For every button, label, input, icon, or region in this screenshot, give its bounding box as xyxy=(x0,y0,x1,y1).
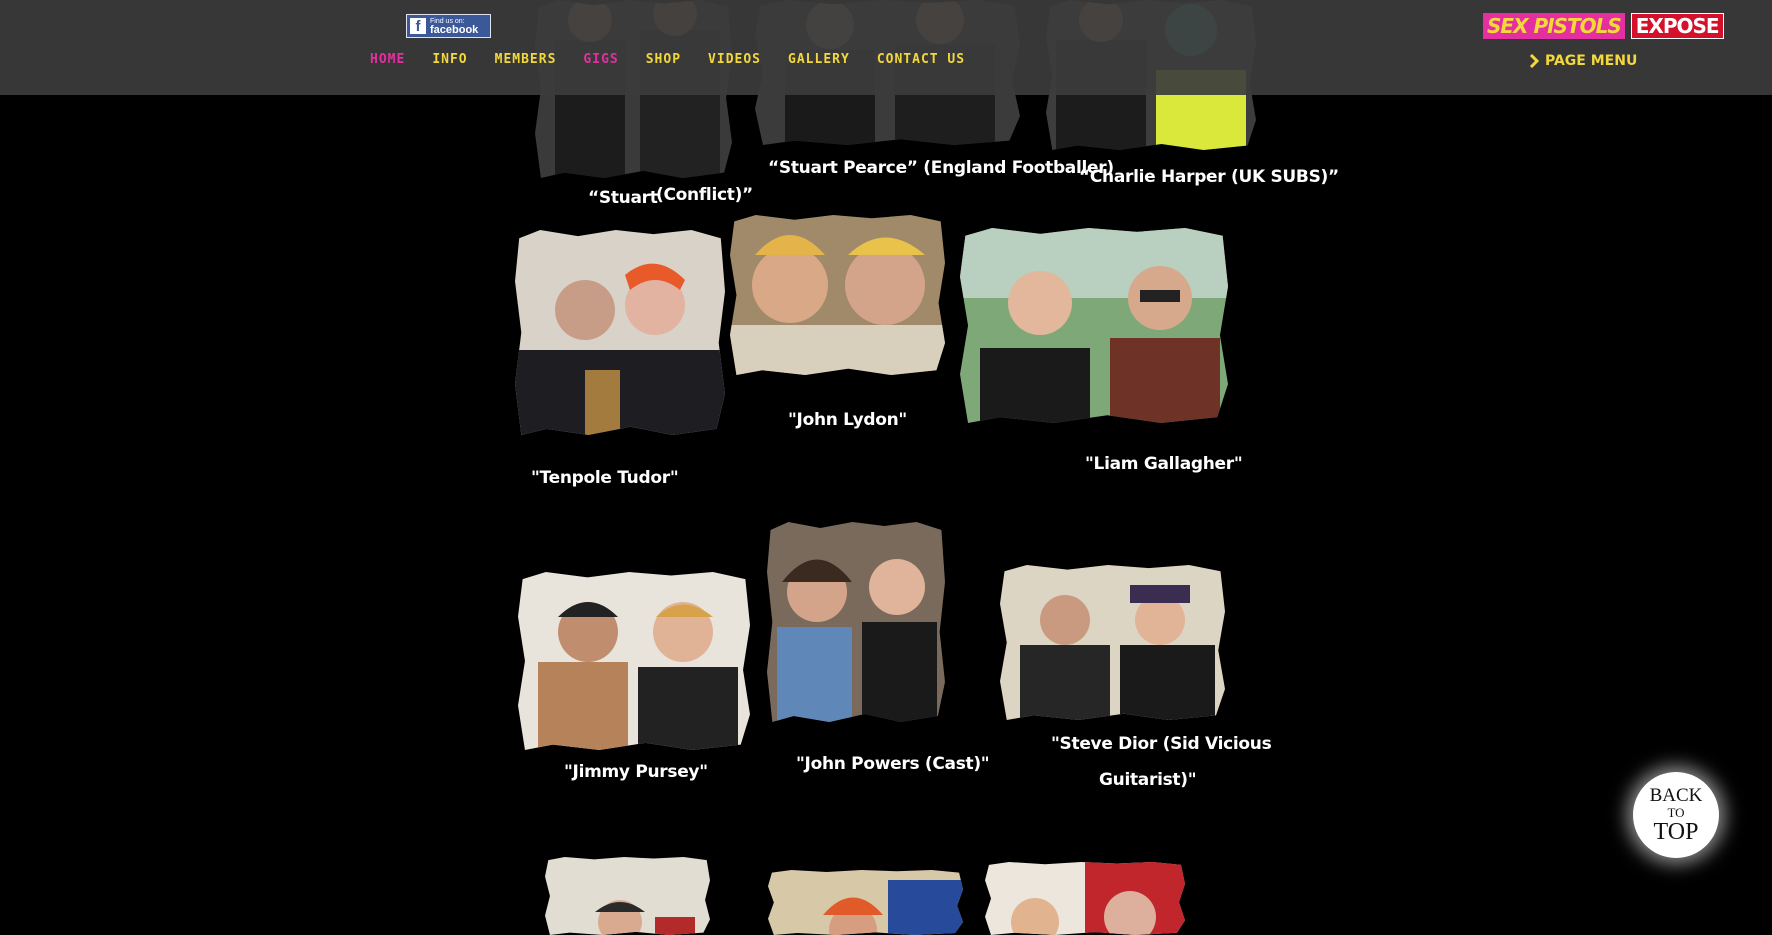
photo-row4-left[interactable] xyxy=(545,857,710,935)
back-to-top-button[interactable]: BACK TO TOP xyxy=(1633,772,1719,858)
caption-steve-dior-line1: "Steve Dior (Sid Vicious xyxy=(1051,734,1272,754)
site-logo[interactable]: SEX PISTOLS EXPOSE xyxy=(1483,13,1724,39)
nav-videos[interactable]: VIDEOS xyxy=(708,52,761,67)
logo-sex-pistols: SEX PISTOLS xyxy=(1483,13,1625,39)
caption-tenpole-tudor: "Tenpole Tudor" xyxy=(531,468,679,488)
page-menu-label: PAGE MENU xyxy=(1545,53,1638,69)
caption-stuart: “Stuart xyxy=(588,188,658,208)
photo-jimmy-pursey[interactable] xyxy=(518,572,750,750)
main-nav: HOME INFO MEMBERS GIGS SHOP VIDEOS GALLE… xyxy=(370,52,992,67)
photo-john-lydon[interactable] xyxy=(730,215,945,375)
photo-liam-gallagher[interactable] xyxy=(960,228,1228,423)
nav-members[interactable]: MEMBERS xyxy=(495,52,557,67)
chevron-right-icon xyxy=(1529,54,1539,68)
back-to-top-line1: BACK xyxy=(1649,785,1703,806)
nav-shop[interactable]: SHOP xyxy=(646,52,681,67)
caption-stuart-pearce: “Stuart Pearce” (England Footballer) xyxy=(768,158,1114,178)
photo-steve-dior[interactable] xyxy=(1000,565,1225,720)
facebook-icon: f xyxy=(410,18,426,35)
caption-charlie-harper: “Charlie Harper (UK SUBS)” xyxy=(1079,167,1339,187)
photo-row4-right[interactable] xyxy=(985,862,1185,935)
facebook-badge-big-text: facebook xyxy=(430,24,479,36)
nav-gallery[interactable]: GALLERY xyxy=(788,52,850,67)
nav-info[interactable]: INFO xyxy=(432,52,467,67)
back-to-top-line3: TOP xyxy=(1653,819,1699,845)
photo-john-powers[interactable] xyxy=(767,522,945,722)
facebook-badge[interactable]: f Find us on: facebook xyxy=(406,14,491,38)
nav-gigs[interactable]: GIGS xyxy=(583,52,618,67)
nav-contact-us[interactable]: CONTACT US xyxy=(877,52,965,67)
page-menu-button[interactable]: PAGE MENU xyxy=(1529,53,1637,69)
caption-steve-dior-line2: Guitarist)" xyxy=(1099,770,1197,790)
logo-expose: EXPOSE xyxy=(1630,13,1724,39)
back-to-top-line2: TO xyxy=(1667,805,1685,820)
caption-conflict: (Conflict)” xyxy=(656,185,753,205)
caption-john-lydon: "John Lydon" xyxy=(788,410,907,430)
caption-liam-gallagher: "Liam Gallagher" xyxy=(1085,454,1243,474)
caption-jimmy-pursey: "Jimmy Pursey" xyxy=(564,762,708,782)
photo-tenpole-tudor[interactable] xyxy=(515,230,725,435)
photo-row4-middle[interactable] xyxy=(768,870,963,935)
caption-john-powers: "John Powers (Cast)" xyxy=(796,754,990,774)
site-header: f Find us on: facebook HOME INFO MEMBERS… xyxy=(0,0,1772,95)
nav-home[interactable]: HOME xyxy=(370,52,405,67)
